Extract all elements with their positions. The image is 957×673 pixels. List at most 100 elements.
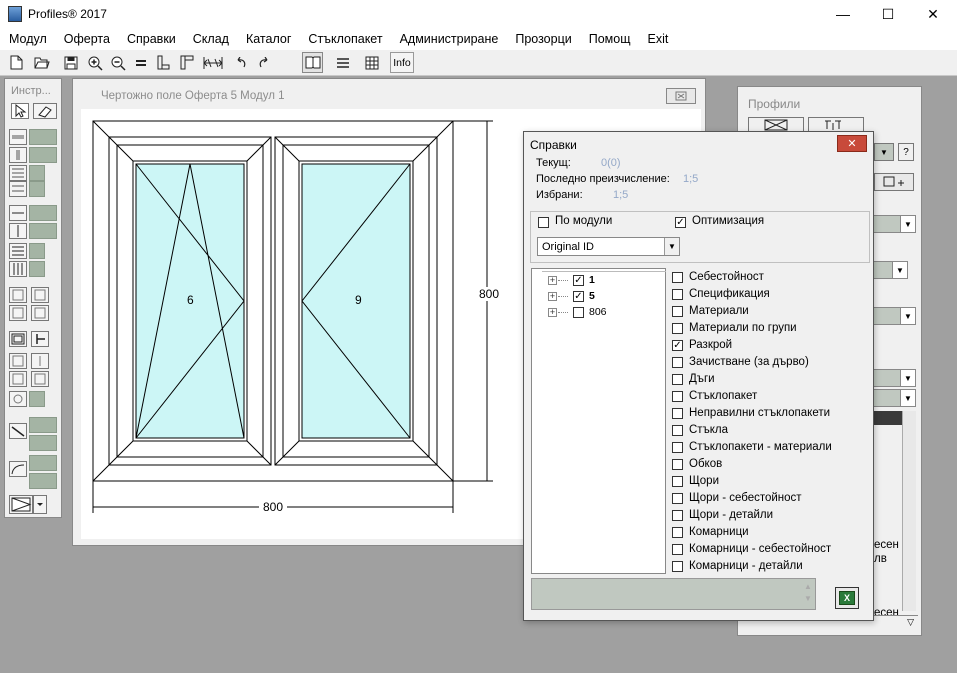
- tool-swatch[interactable]: [29, 391, 45, 407]
- report-item[interactable]: Щори - себестойност: [670, 491, 866, 507]
- tool-frame[interactable]: [9, 331, 27, 347]
- sort-select[interactable]: Original ID ▼: [537, 237, 680, 256]
- report-item[interactable]: Дъги: [670, 372, 866, 388]
- module-tree[interactable]: + ✓ 1 + ✓ 5 + 806: [531, 268, 666, 574]
- tool-door[interactable]: [9, 353, 27, 369]
- chevron-down-icon[interactable]: ▼: [664, 238, 679, 255]
- tree-item-label[interactable]: 5: [589, 290, 595, 302]
- report-item[interactable]: Обков: [670, 457, 866, 473]
- report-item[interactable]: Комарници - себестойност: [670, 542, 866, 558]
- help-button[interactable]: ?: [898, 143, 914, 161]
- open-icon[interactable]: [31, 52, 52, 73]
- tool-arc[interactable]: [9, 461, 27, 477]
- profile-add-icon[interactable]: [874, 173, 914, 191]
- redo-icon[interactable]: [253, 52, 274, 73]
- menu-admin[interactable]: Администриране: [391, 32, 507, 46]
- save-icon[interactable]: [60, 52, 81, 73]
- report-item[interactable]: Стъкла: [670, 423, 866, 439]
- menu-glazing[interactable]: Стъклопакет: [299, 32, 390, 46]
- tool-swatch[interactable]: [29, 417, 57, 433]
- tool-swatch[interactable]: [29, 473, 57, 489]
- expand-icon[interactable]: +: [548, 276, 557, 285]
- profile-field-1[interactable]: ▼: [870, 215, 916, 233]
- tool-swatch[interactable]: [29, 261, 45, 277]
- maximize-button[interactable]: ☐: [865, 0, 911, 28]
- profile-field-4[interactable]: ▼: [870, 369, 916, 387]
- chevron-down-icon[interactable]: ▼: [900, 216, 915, 232]
- tool-swatch[interactable]: [29, 223, 57, 239]
- tool-mullion-3v[interactable]: [9, 261, 27, 277]
- tool-mullion-v[interactable]: [9, 223, 27, 239]
- report-item[interactable]: Материали: [670, 304, 866, 320]
- tree-item-label[interactable]: 806: [589, 306, 607, 318]
- drawing-close-icon[interactable]: [666, 88, 696, 104]
- tool-swatch[interactable]: [29, 129, 57, 145]
- menu-module[interactable]: Модул: [0, 32, 55, 46]
- list-view-icon[interactable]: [332, 52, 353, 73]
- report-item[interactable]: Щори: [670, 474, 866, 490]
- tree-item-checkbox[interactable]: ✓: [573, 291, 584, 302]
- profile-field-2[interactable]: ▼: [870, 261, 908, 279]
- report-notes-field[interactable]: ▲ ▼: [531, 578, 816, 610]
- info-button[interactable]: Info: [390, 52, 414, 73]
- zoom-in-icon[interactable]: [84, 52, 105, 73]
- chevron-down-icon[interactable]: ▼: [892, 262, 907, 278]
- report-item[interactable]: Зачистване (за дърво): [670, 355, 866, 371]
- tool-multi-horizontal-2[interactable]: [9, 181, 27, 197]
- tool-shape-dropdown[interactable]: [33, 495, 47, 514]
- tool-swatch[interactable]: [29, 181, 45, 197]
- tool-swatch[interactable]: [29, 165, 45, 181]
- profile-field-3[interactable]: ▼: [870, 307, 916, 325]
- reports-close-icon[interactable]: ✕: [837, 135, 867, 152]
- tool-diagonal[interactable]: [9, 423, 27, 439]
- memo-scroll[interactable]: ▲ ▼: [803, 581, 813, 605]
- tool-swatch[interactable]: [29, 205, 57, 221]
- excel-export-icon[interactable]: X: [835, 587, 859, 609]
- report-item[interactable]: Себестойност: [670, 270, 866, 286]
- tool-sash-2[interactable]: [31, 305, 49, 321]
- optimization-checkbox[interactable]: ✓: [675, 217, 686, 228]
- new-icon[interactable]: [6, 52, 27, 73]
- tool-swatch[interactable]: [29, 455, 57, 471]
- tool-fixed[interactable]: [9, 287, 27, 303]
- report-item[interactable]: Материали по групи: [670, 321, 866, 337]
- profile-selected-row[interactable]: [870, 411, 902, 425]
- profile2-icon[interactable]: [176, 52, 197, 73]
- tool-handle[interactable]: [31, 331, 49, 347]
- grid-view-icon[interactable]: [361, 52, 382, 73]
- profile-icon[interactable]: [153, 52, 174, 73]
- report-item[interactable]: Стъклопакети - материали: [670, 440, 866, 456]
- chevron-down-icon[interactable]: ▼: [900, 308, 915, 324]
- menu-help[interactable]: Помощ: [580, 32, 639, 46]
- menu-windows[interactable]: Прозорци: [506, 32, 579, 46]
- menu-reports[interactable]: Справки: [118, 32, 184, 46]
- dimension-icon[interactable]: [200, 52, 226, 73]
- report-item[interactable]: Комарници - детайли: [670, 559, 866, 575]
- tool-door-3[interactable]: [9, 371, 27, 387]
- minimize-button[interactable]: —: [820, 0, 866, 28]
- report-item[interactable]: Щори - детайли: [670, 508, 866, 524]
- equal-icon[interactable]: [130, 52, 151, 73]
- tree-item-label[interactable]: 1: [589, 274, 595, 286]
- tool-mullion-3h[interactable]: [9, 243, 27, 259]
- tool-swatch[interactable]: [29, 243, 45, 259]
- expand-icon[interactable]: +: [548, 308, 557, 317]
- menu-exit[interactable]: Exit: [639, 32, 677, 46]
- tool-swatch[interactable]: [29, 435, 57, 451]
- tool-multi-horizontal[interactable]: [9, 165, 27, 181]
- tool-sash[interactable]: [9, 305, 27, 321]
- menu-catalog[interactable]: Каталог: [237, 32, 299, 46]
- tool-swatch[interactable]: [29, 147, 57, 163]
- report-item[interactable]: Стъклопакет: [670, 389, 866, 405]
- tool-eraser[interactable]: [33, 103, 57, 119]
- tool-select[interactable]: [11, 103, 29, 119]
- zoom-out-icon[interactable]: [107, 52, 128, 73]
- tool-door-4[interactable]: [31, 371, 49, 387]
- report-item[interactable]: ✓ Разкрой: [670, 338, 866, 354]
- undo-icon[interactable]: [230, 52, 251, 73]
- tree-item-checkbox[interactable]: [573, 307, 584, 318]
- tool-opening[interactable]: [9, 391, 27, 407]
- tool-vertical-bar[interactable]: [9, 147, 27, 163]
- profile-scrollbar[interactable]: [902, 411, 916, 611]
- menu-offer[interactable]: Оферта: [55, 32, 118, 46]
